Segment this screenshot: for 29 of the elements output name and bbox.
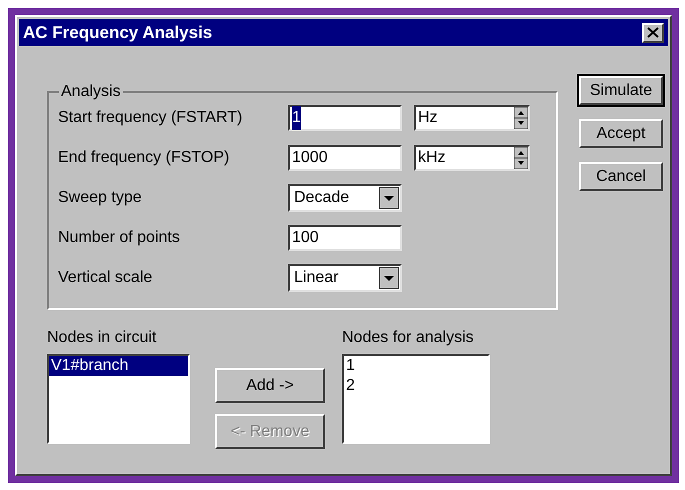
unit-spinner[interactable]: Hz bbox=[414, 105, 530, 131]
list-item[interactable]: 1 bbox=[344, 356, 488, 376]
close-button[interactable] bbox=[642, 22, 664, 42]
field-label: Start frequency (FSTART) bbox=[58, 108, 244, 128]
value-field[interactable]: 1000 bbox=[288, 145, 402, 171]
window-title: AC Frequency Analysis bbox=[23, 22, 212, 44]
list-item[interactable]: V1#branch bbox=[49, 356, 188, 376]
list-label: Nodes in circuit bbox=[47, 328, 158, 348]
unit-spinner[interactable]: kHz bbox=[414, 145, 530, 171]
nodes-listbox[interactable]: 1 2 bbox=[342, 354, 490, 444]
dropdown[interactable]: Decade bbox=[288, 184, 402, 212]
spin-arrows-icon[interactable] bbox=[514, 147, 528, 169]
spin-arrows-icon[interactable] bbox=[514, 107, 528, 129]
field-label: End frequency (FSTOP) bbox=[58, 148, 230, 168]
list-item[interactable]: 2 bbox=[344, 376, 488, 396]
dialog-button[interactable]: Simulate bbox=[579, 76, 663, 105]
dialog-button[interactable]: Accept bbox=[579, 119, 663, 148]
value-field[interactable]: 1 bbox=[288, 105, 402, 131]
field-label: Number of points bbox=[58, 228, 181, 248]
field-label: Vertical scale bbox=[58, 268, 154, 288]
close-icon bbox=[647, 27, 659, 38]
list-label: Nodes for analysis bbox=[342, 328, 475, 348]
group-label: Analysis bbox=[60, 82, 122, 102]
transfer-button[interactable]: Add -> bbox=[215, 368, 325, 403]
field-label: Sweep type bbox=[58, 188, 143, 208]
dialog-button[interactable]: Cancel bbox=[579, 162, 663, 191]
nodes-listbox[interactable]: V1#branch bbox=[47, 354, 190, 444]
value-field[interactable]: 100 bbox=[288, 225, 402, 251]
dropdown[interactable]: Linear bbox=[288, 264, 402, 292]
